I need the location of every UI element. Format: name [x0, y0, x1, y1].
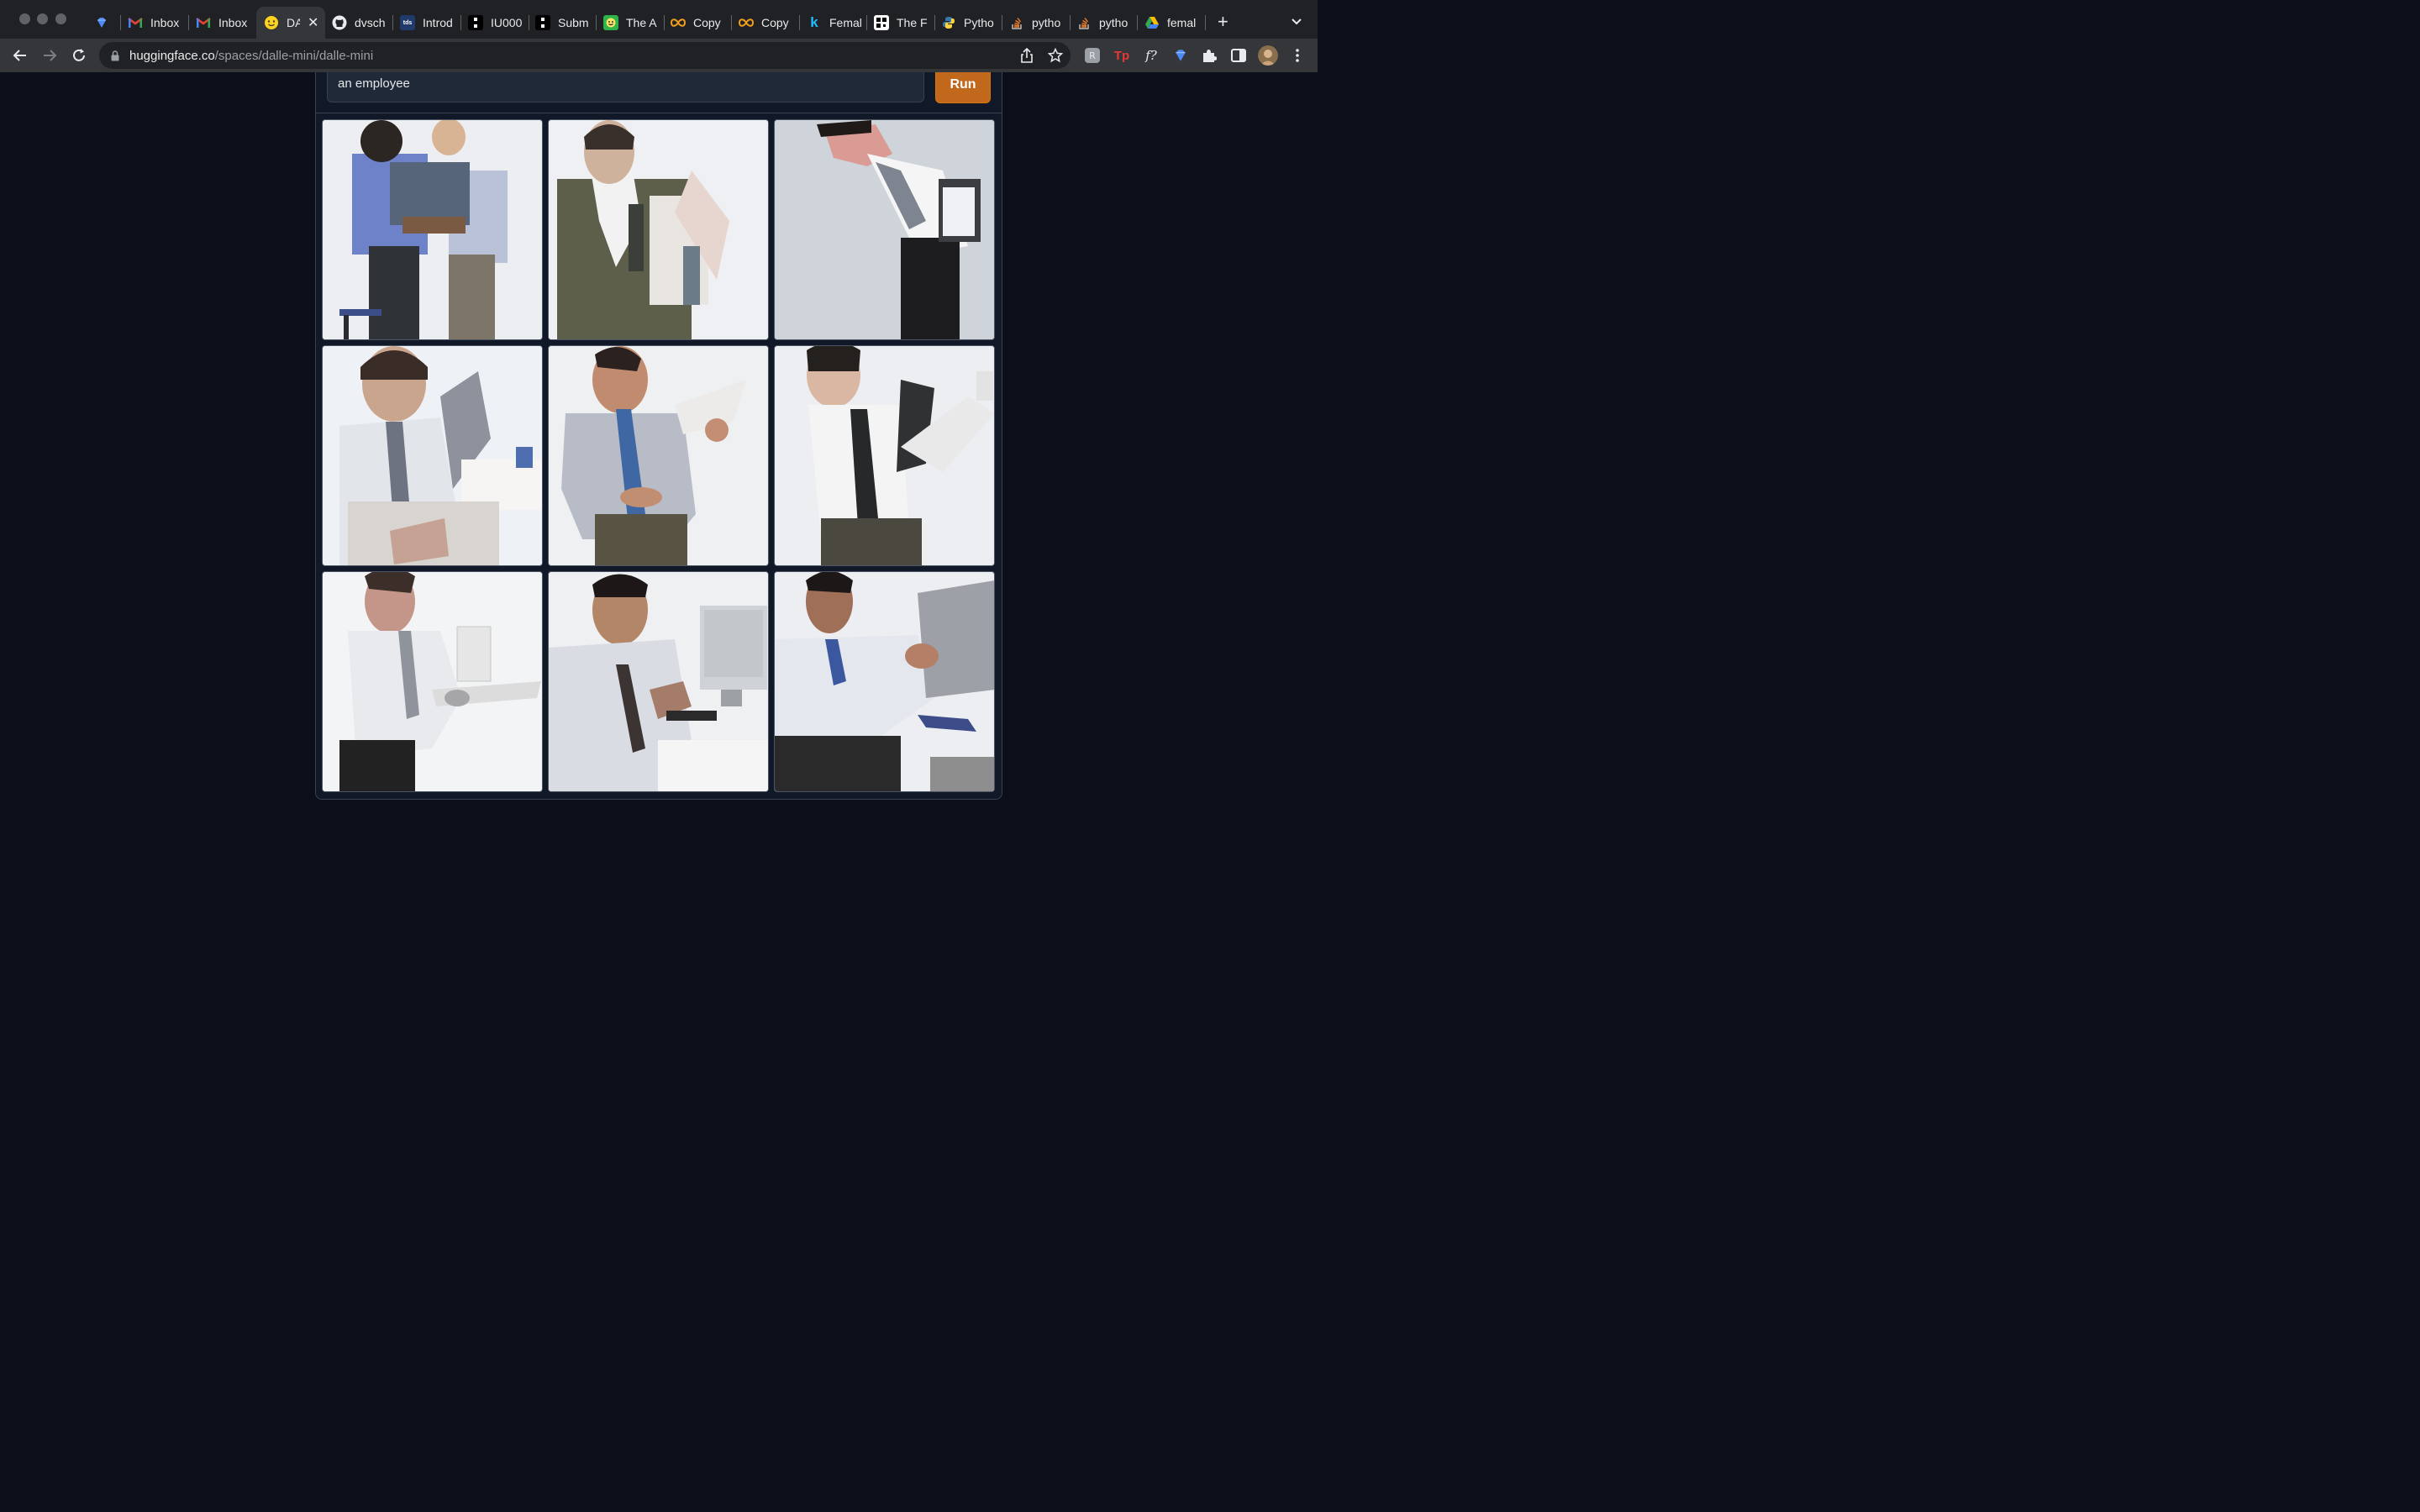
gmail-icon [196, 15, 211, 30]
python-icon [941, 15, 956, 30]
close-tab-icon[interactable]: ✕ [308, 14, 318, 31]
url-path: /spaces/dalle-mini/dalle-mini [214, 48, 374, 63]
browser-tab[interactable]: femal [1144, 8, 1200, 38]
browser-tab[interactable]: Inbox [196, 8, 251, 38]
tab-title: Inbox [150, 16, 180, 29]
zoom-window-button[interactable] [55, 13, 66, 24]
browser-tab[interactable]: Copy [739, 8, 794, 38]
reload-button[interactable] [69, 45, 89, 66]
url-host: huggingface.co [129, 48, 215, 63]
gmail-icon [128, 15, 143, 30]
generated-image-9[interactable] [774, 571, 995, 792]
prompt-row: an employee Run [316, 72, 1002, 113]
black-square-icon [468, 15, 483, 30]
generated-image-6[interactable] [774, 345, 995, 566]
extension-f-icon[interactable]: f? [1142, 46, 1160, 65]
tab-title: Pytho [964, 16, 994, 29]
tab-title: The A [626, 16, 657, 29]
close-window-button[interactable] [19, 13, 30, 24]
diamond-icon[interactable] [1171, 46, 1190, 65]
minimize-window-button[interactable] [37, 13, 48, 24]
browser-tab[interactable]: Subm [535, 8, 591, 38]
side-panel-icon[interactable] [1229, 46, 1248, 65]
profile-avatar[interactable] [1258, 45, 1278, 66]
tab-title: Introd [423, 16, 453, 29]
tab-title: pytho [1032, 16, 1061, 29]
infinity-icon [739, 15, 754, 30]
tab-title: Subm [558, 16, 589, 29]
extension-tp-icon[interactable]: Tp [1113, 46, 1131, 65]
tab-search-chevron-icon[interactable] [1291, 15, 1302, 30]
browser-tab[interactable]: Pytho [941, 8, 997, 38]
browser-tab[interactable]: Inbox [128, 8, 183, 38]
browser-tab[interactable]: pytho [1009, 8, 1065, 38]
browser-tab-active[interactable]: DA ✕ [256, 7, 325, 39]
forward-button[interactable] [39, 45, 60, 66]
google-drive-icon [1144, 15, 1160, 30]
browser-tab[interactable] [94, 8, 113, 38]
stackoverflow-icon [1076, 15, 1092, 30]
tab-title: dvsch [355, 16, 386, 29]
url-text: huggingface.co/spaces/dalle-mini/dalle-m… [129, 49, 373, 63]
kaggle-icon: k [810, 14, 818, 30]
arrow-left-icon [13, 50, 26, 61]
tab-title: Copy [761, 16, 789, 29]
dalle-mini-app-panel: an employee Run [315, 72, 1002, 800]
tab-title: The F [897, 16, 928, 29]
arrow-right-icon [44, 50, 57, 61]
browser-tab[interactable]: dvsch [332, 8, 387, 38]
image-gallery [322, 119, 997, 794]
extension-r-icon[interactable]: R [1083, 46, 1102, 65]
lock-icon[interactable] [111, 50, 119, 61]
browser-tab[interactable]: IU000 [468, 8, 523, 38]
browser-tab[interactable]: tds Introd [400, 8, 455, 38]
generated-image-7[interactable] [322, 571, 543, 792]
browser-tab[interactable]: k Femal [807, 8, 862, 38]
tab-title: Femal [829, 16, 862, 29]
svg-text:R: R [1089, 50, 1096, 61]
tab-title: femal [1167, 16, 1197, 29]
tab-title: Inbox [218, 16, 248, 29]
qr-icon [874, 15, 889, 30]
tab-title: Copy [693, 16, 721, 29]
stackoverflow-icon [1009, 15, 1024, 30]
kebab-menu-icon[interactable] [1288, 46, 1307, 65]
tab-title: pytho [1099, 16, 1128, 29]
generated-image-3[interactable] [774, 119, 995, 340]
star-icon[interactable] [1047, 47, 1064, 67]
generated-image-2[interactable] [548, 119, 769, 340]
reload-icon [73, 49, 85, 61]
tab-title: DA [287, 16, 300, 29]
github-icon [332, 15, 347, 30]
run-button[interactable]: Run [935, 72, 991, 103]
generated-image-8[interactable] [548, 571, 769, 792]
browser-tab[interactable]: pytho [1076, 8, 1132, 38]
browser-tab[interactable]: The F [874, 8, 929, 38]
puzzle-icon[interactable] [1200, 46, 1218, 65]
generated-image-5[interactable] [548, 345, 769, 566]
diamond-icon [94, 15, 109, 30]
share-icon[interactable] [1020, 47, 1034, 67]
browser-toolbar: huggingface.co/spaces/dalle-mini/dalle-m… [0, 39, 1318, 72]
tds-icon: tds [400, 15, 415, 30]
green-face-icon [603, 15, 618, 30]
hugging-face-icon [264, 15, 279, 30]
new-tab-button[interactable]: + [1218, 12, 1228, 32]
generated-image-4[interactable] [322, 345, 543, 566]
back-button[interactable] [10, 45, 30, 66]
infinity-icon [671, 15, 686, 30]
browser-tab-strip: Inbox Inbox DA ✕ dvsch tds Introd IU000 [0, 0, 1318, 39]
generated-image-1[interactable] [322, 119, 543, 340]
tab-title: IU000 [491, 16, 523, 29]
prompt-input[interactable]: an employee [327, 72, 924, 102]
browser-tab[interactable]: The A [603, 8, 659, 38]
black-square-icon [535, 15, 550, 30]
address-bar[interactable]: huggingface.co/spaces/dalle-mini/dalle-m… [99, 42, 1071, 69]
browser-tab[interactable]: Copy [671, 8, 726, 38]
